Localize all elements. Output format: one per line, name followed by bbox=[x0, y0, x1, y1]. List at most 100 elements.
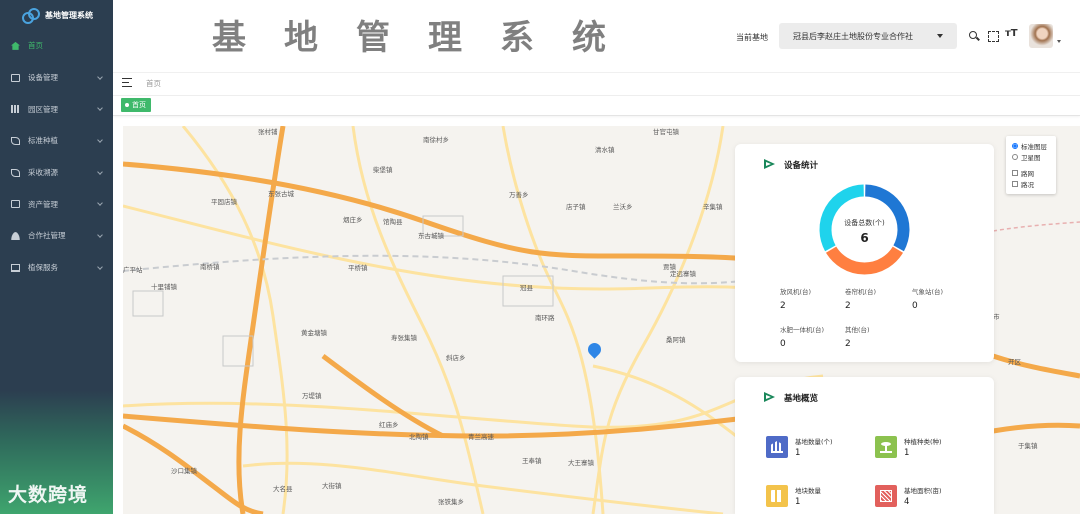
map-label: 清水镇 bbox=[595, 146, 615, 154]
stat-value: 2 bbox=[780, 301, 786, 311]
base-select-value: 冠县后李赵庄土地股份专业合作社 bbox=[793, 31, 913, 41]
stat-fertigation: 水肥一体机(台) 0 bbox=[780, 324, 824, 349]
play-icon bbox=[764, 159, 775, 169]
park-icon bbox=[11, 105, 20, 114]
map-label: 平桥镇 bbox=[348, 264, 368, 272]
caret-down-icon[interactable] bbox=[1057, 40, 1061, 43]
stat-label: 其他(台) bbox=[845, 326, 870, 334]
layer-satellite-label: 卫星图 bbox=[1021, 153, 1041, 162]
map-label: 张铁集乡 bbox=[438, 498, 464, 506]
sidebar-item-label: 标准种植 bbox=[28, 136, 58, 146]
device-donut-chart bbox=[819, 184, 910, 275]
assets-icon bbox=[11, 200, 20, 209]
layer-roadnet[interactable]: 路网 bbox=[1012, 167, 1056, 178]
device-stats-card: 设备统计 设备总数(个) 6 放风机(台) 2 卷帘机(台) 2 气象站(台) 0 水… bbox=[735, 144, 994, 362]
layer-traffic[interactable]: 路况 bbox=[1012, 178, 1056, 189]
breadcrumb: 首页 bbox=[146, 79, 161, 88]
map-label: 大王寨镇 bbox=[568, 459, 594, 467]
leaf-icon bbox=[11, 136, 20, 145]
chevron-down-icon bbox=[97, 73, 103, 80]
layer-roadnet-label: 路网 bbox=[1021, 169, 1034, 178]
menu-toggle-icon[interactable] bbox=[122, 78, 132, 87]
overview-plot-count: 地块数量 1 bbox=[766, 485, 876, 511]
chevron-down-icon bbox=[97, 168, 103, 175]
tab-home[interactable]: 首页 bbox=[121, 98, 151, 112]
person-icon bbox=[11, 231, 20, 240]
stat-value: 2 bbox=[845, 301, 851, 311]
base-select[interactable]: 冠县后李赵庄土地股份专业合作社 bbox=[779, 23, 957, 49]
stat-value: 0 bbox=[912, 301, 918, 311]
stat-value: 0 bbox=[780, 339, 786, 349]
sidebar-item-traceability[interactable]: 采收溯源 bbox=[0, 157, 113, 189]
layer-standard-label: 标准图层 bbox=[1021, 142, 1047, 151]
monitor-icon bbox=[11, 263, 20, 272]
layer-standard[interactable]: 标准图层 bbox=[1012, 140, 1056, 151]
sidebar: 基地管理系统 首页 设备管理 园区管理 标准种植 采收溯源 资产管理 合作社管理… bbox=[0, 0, 113, 514]
overview-label: 种植种类(种) bbox=[904, 438, 942, 446]
sidebar-item-planting[interactable]: 标准种植 bbox=[0, 125, 113, 157]
overview-label: 基地数量(个) bbox=[795, 438, 833, 446]
map-label: 大名县 bbox=[273, 485, 293, 493]
overview-value: 1 bbox=[795, 497, 801, 507]
map-label: 南徐村乡 bbox=[423, 136, 449, 144]
sidebar-item-device[interactable]: 设备管理 bbox=[0, 62, 113, 94]
area-icon bbox=[875, 485, 897, 507]
device-icon bbox=[11, 73, 20, 82]
watermark: 大数跨境 bbox=[8, 484, 89, 506]
stat-weather: 气象站(台) 0 bbox=[912, 286, 943, 311]
map-label: 东张古城 bbox=[268, 190, 294, 198]
stat-value: 2 bbox=[845, 339, 851, 349]
map-label: 万善乡 bbox=[509, 191, 529, 199]
device-stats-title: 设备统计 bbox=[784, 161, 819, 171]
base-overview-title: 基地概览 bbox=[784, 394, 819, 404]
donut-total-label: 设备总数(个) bbox=[844, 219, 885, 227]
overview-base-count: 基地数量(个) 1 bbox=[766, 436, 876, 462]
sidebar-item-cooperative[interactable]: 合作社管理 bbox=[0, 220, 113, 252]
layer-satellite[interactable]: 卫星图 bbox=[1012, 151, 1056, 162]
map-label: 冠县 bbox=[520, 284, 533, 292]
chevron-down-icon bbox=[97, 263, 103, 270]
overview-value: 1 bbox=[904, 448, 910, 458]
caret-down-icon bbox=[937, 34, 943, 38]
sidebar-item-label: 设备管理 bbox=[28, 73, 58, 83]
sidebar-item-label: 植保服务 bbox=[28, 263, 58, 273]
map-label: 寿张集镇 bbox=[391, 334, 417, 342]
sidebar-item-home[interactable]: 首页 bbox=[0, 30, 113, 62]
page-title: 基地管理系统 bbox=[212, 18, 644, 58]
sidebar-item-park[interactable]: 园区管理 bbox=[0, 93, 113, 125]
plots-icon bbox=[766, 485, 788, 507]
overview-label: 基地面积(亩) bbox=[904, 487, 942, 495]
layer-control: 标准图层 卫星图 路网 路况 bbox=[1006, 136, 1056, 194]
tags-view: 首页 bbox=[113, 96, 1080, 116]
donut-segment bbox=[825, 246, 904, 275]
fullscreen-icon[interactable] bbox=[987, 30, 999, 42]
checkbox-icon bbox=[1012, 169, 1018, 176]
font-size-icon[interactable]: тT bbox=[1005, 28, 1018, 40]
overview-crop-types: 种植种类(种) 1 bbox=[875, 436, 985, 462]
overview-area: 基地面积(亩) 4 bbox=[875, 485, 985, 511]
stat-roller: 卷帘机(台) 2 bbox=[845, 286, 876, 311]
sidebar-item-label: 资产管理 bbox=[28, 199, 58, 209]
overview-value: 4 bbox=[904, 497, 910, 507]
radio-icon bbox=[1012, 153, 1018, 160]
sprout-icon bbox=[875, 436, 897, 458]
home-icon bbox=[11, 41, 20, 50]
base-overview-card: 基地概览 基地数量(个) 1 种植种类(种) 1 地块数量 1 基地面积(亩) … bbox=[735, 377, 994, 514]
sidebar-item-assets[interactable]: 资产管理 bbox=[0, 188, 113, 220]
search-icon[interactable] bbox=[968, 30, 980, 42]
map-label: 东古城镇 bbox=[418, 232, 444, 240]
map-label: 北陶镇 bbox=[409, 433, 429, 441]
chevron-down-icon bbox=[97, 232, 103, 238]
brand-title: 基地管理系统 bbox=[45, 10, 93, 20]
map-label: 辛集镇 bbox=[703, 203, 723, 211]
chevron-down-icon bbox=[97, 200, 103, 207]
map-label: 十里铺镇 bbox=[151, 283, 177, 291]
map-label: 馆陶县 bbox=[383, 218, 403, 226]
stat-label: 水肥一体机(台) bbox=[780, 326, 825, 334]
avatar[interactable] bbox=[1029, 24, 1053, 48]
stat-label: 气象站(台) bbox=[912, 288, 944, 296]
sidebar-item-plant-protection[interactable]: 植保服务 bbox=[0, 252, 113, 284]
map-label: 万堤镇 bbox=[302, 392, 322, 400]
bank-icon bbox=[766, 436, 788, 458]
map-label: 斜店乡 bbox=[446, 354, 466, 362]
